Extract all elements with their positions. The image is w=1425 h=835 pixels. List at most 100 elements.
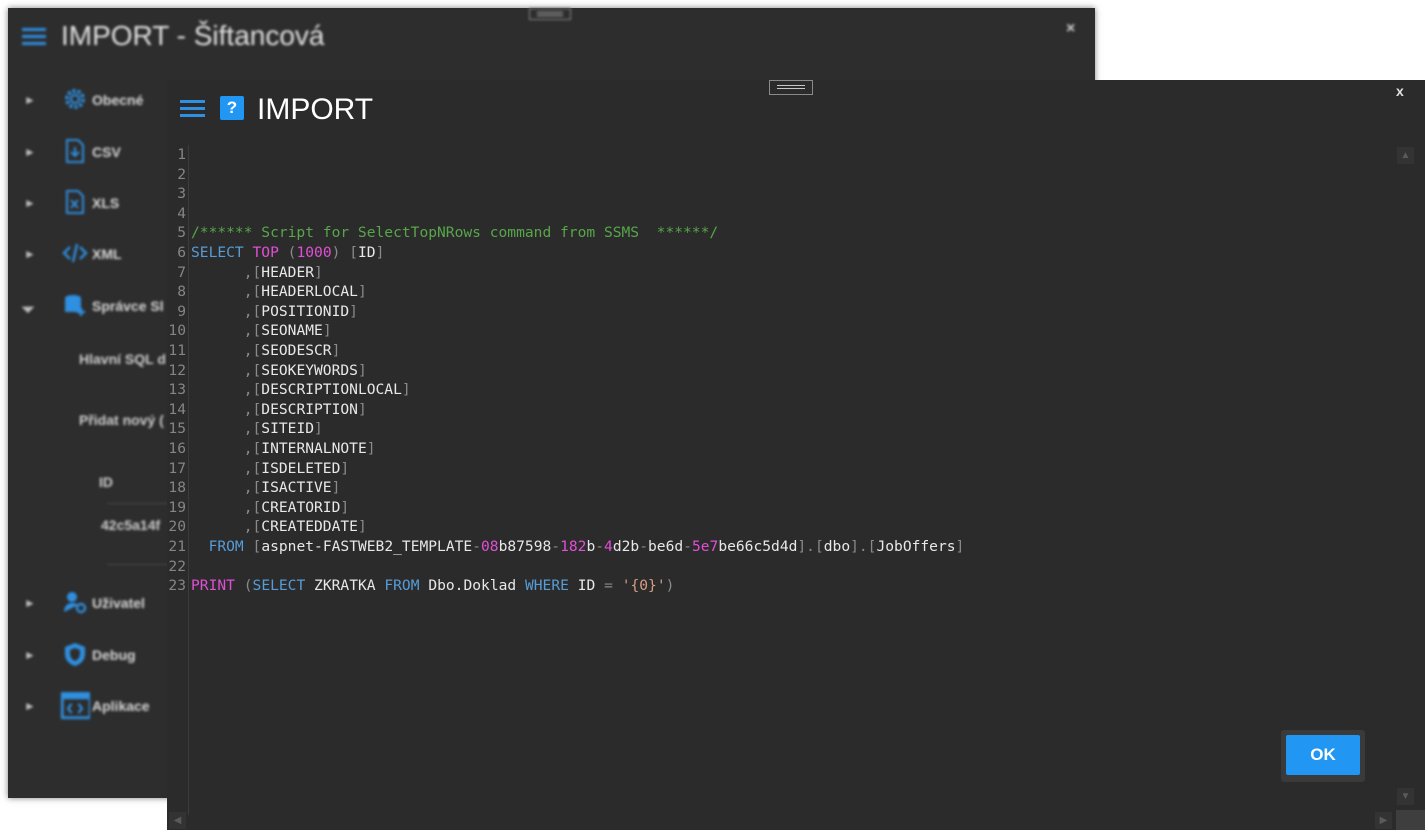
sidebar-item-csv[interactable]: ► CSV: [8, 138, 178, 168]
code-text[interactable]: /****** Script for SelectTopNRows comman…: [191, 223, 718, 243]
code-token: HEADERLOCAL: [261, 283, 358, 301]
code-text[interactable]: ,[ISDELETED]: [191, 459, 349, 479]
code-token: ,[: [243, 498, 262, 516]
chevron-right-icon: ►: [24, 699, 36, 713]
code-text[interactable]: ,[CREATEDDATE]: [191, 517, 367, 537]
close-button[interactable]: x: [1396, 83, 1404, 99]
ok-button[interactable]: OK: [1286, 735, 1360, 775]
sidebar-item-xml[interactable]: ► XML: [8, 240, 178, 270]
code-text[interactable]: ,[SEODESCR]: [191, 341, 341, 361]
chevron-right-icon: ►: [24, 247, 36, 261]
code-token: ,[: [243, 459, 262, 477]
code-token: SELECT: [191, 244, 244, 261]
code-token: SEOKEYWORDS: [261, 361, 358, 379]
scroll-up-arrow-icon[interactable]: ▲: [1397, 147, 1414, 164]
code-text[interactable]: ,[DESCRIPTION]: [191, 400, 367, 420]
xls-file-icon: [66, 190, 84, 214]
line-number: 22: [168, 557, 186, 575]
table-header-id: ID: [99, 474, 113, 490]
hamburger-menu-icon[interactable]: [22, 28, 46, 46]
sidebar-item-label: Debug: [92, 647, 136, 663]
code-token: ]: [349, 302, 358, 320]
code-token: POSITIONID: [261, 302, 350, 320]
drag-handle[interactable]: [769, 80, 813, 95]
chevron-right-icon: ►: [24, 648, 36, 662]
code-text[interactable]: ,[SEONAME]: [191, 321, 332, 341]
code-token: ]: [314, 263, 323, 281]
code-token: ]: [331, 342, 341, 359]
sub-item-add-new[interactable]: Přidat nový (: [79, 412, 164, 428]
code-text[interactable]: SELECT TOP (1000) [ID]: [191, 243, 384, 263]
code-editor[interactable]: 1 2 3 4 5/****** Script for SelectTopNRows c…: [167, 145, 1425, 830]
code-text[interactable]: ,[ISACTIVE]: [191, 478, 341, 498]
hamburger-menu-icon[interactable]: [180, 100, 205, 118]
code-token: ]: [401, 381, 411, 399]
sidebar-item-obecne[interactable]: ► Obecné: [8, 86, 178, 116]
sidebar-item-xls[interactable]: ► XLS: [8, 189, 178, 219]
code-token: Dbo.Doklad: [428, 577, 517, 595]
drag-handle[interactable]: [529, 8, 571, 20]
sidebar-item-debug[interactable]: ► Debug: [8, 641, 178, 671]
code-text[interactable]: ,[INTERNALNOTE]: [191, 439, 376, 459]
code-token: ISACTIVE: [261, 479, 332, 497]
import-dialog: x ? IMPORT 1 2 3 4 5/****** Script for Selec…: [167, 80, 1425, 830]
line-number: 14: [168, 400, 186, 418]
code-text[interactable]: ,[DESCRIPTIONLOCAL]: [191, 380, 411, 400]
line-number: 1: [177, 146, 186, 163]
code-text[interactable]: ,[HEADER]: [191, 263, 323, 283]
scrollbar-corner: [1396, 810, 1425, 830]
scroll-down-arrow-icon[interactable]: ▼: [1397, 788, 1414, 805]
code-text[interactable]: ,[HEADERLOCAL]: [191, 282, 367, 302]
line-number: 16: [168, 440, 186, 457]
table-cell-id: 42c5a14f: [101, 517, 161, 533]
sidebar-item-label: Obecné: [92, 92, 144, 108]
code-token: ,[: [243, 518, 262, 536]
sidebar-item-label: Aplikace: [92, 698, 150, 714]
sidebar-item-uzivatel[interactable]: ► Uživatel: [8, 589, 178, 619]
code-token: ]: [340, 459, 350, 477]
code-token: -: [472, 538, 481, 555]
line-number: 3: [177, 185, 186, 203]
sidebar-item-spravce[interactable]: ◢ Správce Sl: [8, 292, 178, 322]
csv-file-icon: [66, 139, 84, 163]
code-token: ,[: [243, 342, 262, 359]
line-number: 17: [168, 459, 186, 477]
code-text[interactable]: ,[CREATORID]: [191, 498, 349, 518]
sidebar-item-aplikace[interactable]: ► Aplikace: [8, 692, 178, 722]
code-token: ISDELETED: [261, 459, 341, 477]
code-text[interactable]: ,[SITEID]: [191, 419, 323, 439]
code-token: WHERE: [524, 577, 569, 595]
shield-icon: [65, 643, 85, 666]
code-token: SEODESCR: [261, 342, 332, 359]
line-number: 6: [177, 244, 186, 261]
scroll-right-arrow-icon[interactable]: ▶: [1375, 812, 1392, 829]
line-number: 4: [177, 204, 186, 222]
vertical-scrollbar[interactable]: ▲ ▼: [1396, 145, 1425, 815]
line-number: 20: [168, 518, 186, 536]
code-token: FROM: [384, 577, 420, 595]
code-token: 182: [560, 538, 587, 555]
close-button[interactable]: ×: [1066, 20, 1075, 38]
line-number: 11: [168, 342, 186, 359]
code-text[interactable]: PRINT (SELECT ZKRATKA FROM Dbo.Doklad WH…: [191, 576, 674, 596]
chevron-right-icon: ►: [24, 196, 36, 210]
scroll-left-arrow-icon[interactable]: ◀: [169, 812, 186, 829]
sub-item-main-sql[interactable]: Hlavní SQL d: [79, 351, 166, 367]
horizontal-scrollbar[interactable]: ◀ ▶: [167, 810, 1396, 830]
help-icon[interactable]: ?: [220, 96, 244, 120]
code-text[interactable]: ,[SEOKEYWORDS]: [191, 361, 367, 381]
code-token: '{0}': [621, 577, 666, 595]
code-text[interactable]: FROM [aspnet-FASTWEB2_TEMPLATE-08b87598-…: [191, 537, 965, 557]
code-token: ,[: [243, 283, 262, 301]
code-token: ZKRATKA: [314, 577, 376, 595]
code-text[interactable]: ,[POSITIONID]: [191, 302, 358, 322]
